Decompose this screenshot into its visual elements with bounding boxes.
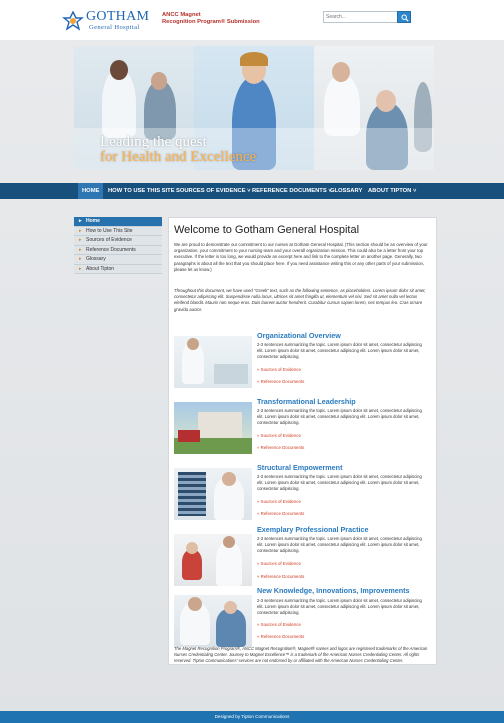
section-text-structural-empowerment: 2-3 sentences summarizing the topic. Lor… bbox=[257, 474, 422, 491]
chevron-right-icon: ▸ bbox=[79, 256, 82, 262]
logo-word: GOTHAM bbox=[86, 9, 150, 24]
main-content: Welcome to Gotham General Hospital We ar… bbox=[168, 217, 437, 665]
link-sources-of-evidence[interactable]: » Sources of Evidence bbox=[257, 622, 301, 628]
nav-about-tipton[interactable]: ABOUT TIPTON ˅ bbox=[368, 183, 416, 199]
search-box bbox=[323, 11, 411, 23]
section-text-exemplary-professional-practice: 2-3 sentences summarizing the topic. Lor… bbox=[257, 536, 422, 553]
section-text-organizational-overview: 2-3 sentences summarizing the topic. Lor… bbox=[257, 342, 422, 359]
logo-subtitle: General Hospital bbox=[89, 24, 140, 31]
sidebar-item-sources-of-evidence[interactable]: ▸ Sources of Evidence bbox=[74, 236, 162, 246]
link-reference-documents[interactable]: » Reference Documents bbox=[257, 379, 304, 385]
section-image-transformational-leadership bbox=[174, 402, 252, 454]
link-sources-of-evidence[interactable]: » Sources of Evidence bbox=[257, 433, 301, 439]
main-nav: HOME HOW TO USE THIS SITE SOURCES OF EVI… bbox=[0, 183, 504, 199]
search-button[interactable] bbox=[397, 11, 411, 23]
header-program-line1: ANCC Magnet bbox=[162, 12, 201, 18]
search-icon bbox=[401, 14, 409, 22]
link-sources-of-evidence[interactable]: » Sources of Evidence bbox=[257, 499, 301, 505]
section-text-new-knowledge: 2-3 sentences summarizing the topic. Lor… bbox=[257, 598, 422, 615]
chevron-right-icon: ▸ bbox=[79, 237, 82, 243]
sidebar-item-reference-documents[interactable]: ▸ Reference Documents bbox=[74, 245, 162, 255]
sidebar-menu: ▸ Home ▸ How to Use This Site ▸ Sources … bbox=[74, 217, 162, 274]
sidebar-item-about-tipton[interactable]: ▸ About Tipton bbox=[74, 264, 162, 274]
nav-how-to-use[interactable]: HOW TO USE THIS SITE bbox=[108, 183, 175, 199]
section-title-transformational-leadership[interactable]: Transformational Leadership bbox=[257, 397, 356, 406]
section-text-transformational-leadership: 2-3 sentences summarizing the topic. Lor… bbox=[257, 408, 422, 425]
search-input[interactable] bbox=[326, 12, 394, 22]
section-title-organizational-overview[interactable]: Organizational Overview bbox=[257, 331, 341, 340]
section-title-structural-empowerment[interactable]: Structural Empowerment bbox=[257, 463, 342, 472]
nav-glossary[interactable]: GLOSSARY bbox=[330, 183, 362, 199]
header-program-line2: Recognition Program® Submission bbox=[162, 19, 260, 25]
sidebar-item-label: Home bbox=[86, 218, 100, 224]
section-title-exemplary-professional-practice[interactable]: Exemplary Professional Practice bbox=[257, 525, 368, 534]
site-header: GOTHAM General Hospital ANCC Magnet Reco… bbox=[0, 0, 504, 40]
sidebar-item-label: How to Use This Site bbox=[86, 227, 133, 234]
link-reference-documents[interactable]: » Reference Documents bbox=[257, 634, 304, 640]
trademark-notice: The Magnet Recognition Program®, ANCC Ma… bbox=[174, 646, 428, 663]
chevron-right-icon: ▸ bbox=[79, 227, 82, 234]
hero-headline-line2: for Health and Excellence bbox=[100, 149, 257, 165]
section-title-new-knowledge[interactable]: New Knowledge, Innovations, Improvements bbox=[257, 586, 410, 595]
section-image-new-knowledge bbox=[174, 595, 252, 647]
link-reference-documents[interactable]: » Reference Documents bbox=[257, 445, 304, 451]
nav-sources-of-evidence[interactable]: SOURCES OF EVIDENCE ˅ bbox=[176, 183, 251, 199]
site-logo[interactable]: GOTHAM General Hospital bbox=[62, 9, 152, 33]
intro-paragraph: We are proud to demonstrate our commitme… bbox=[174, 242, 428, 272]
link-reference-documents[interactable]: » Reference Documents bbox=[257, 511, 304, 517]
section-image-organizational-overview bbox=[174, 336, 252, 388]
link-sources-of-evidence[interactable]: » Sources of Evidence bbox=[257, 367, 301, 373]
page-title: Welcome to Gotham General Hospital bbox=[174, 224, 360, 236]
nav-home[interactable]: HOME bbox=[78, 183, 104, 199]
link-reference-documents[interactable]: » Reference Documents bbox=[257, 574, 304, 580]
chevron-right-icon: ▸ bbox=[79, 265, 82, 272]
sidebar-item-label: About Tipton bbox=[86, 265, 115, 272]
sidebar-item-how-to-use[interactable]: ▸ How to Use This Site bbox=[74, 226, 162, 236]
logo-mark-icon bbox=[62, 11, 84, 31]
header-program-title: ANCC Magnet Recognition Program® Submiss… bbox=[162, 12, 282, 26]
chevron-right-icon: ▸ bbox=[79, 218, 82, 224]
sidebar-item-glossary[interactable]: ▸ Glossary bbox=[74, 255, 162, 265]
sidebar-item-label: Glossary bbox=[86, 256, 106, 262]
section-image-exemplary-professional-practice bbox=[174, 534, 252, 586]
section-image-structural-empowerment bbox=[174, 468, 252, 520]
sidebar-item-label: Sources of Evidence bbox=[86, 237, 132, 243]
placeholder-note: Throughout this document, we have used "… bbox=[174, 288, 426, 312]
link-sources-of-evidence[interactable]: » Sources of Evidence bbox=[257, 561, 301, 567]
chevron-right-icon: ▸ bbox=[79, 246, 82, 253]
nav-reference-documents[interactable]: REFERENCE DOCUMENTS ˅ bbox=[252, 183, 332, 199]
sidebar-item-home[interactable]: ▸ Home bbox=[74, 217, 162, 227]
footer-credit[interactable]: Designed by Tipton Communications bbox=[0, 711, 504, 723]
hero-headline-line1: Leading the quest bbox=[100, 134, 207, 150]
sidebar-item-label: Reference Documents bbox=[86, 246, 136, 253]
hero-banner: Leading the quest for Health and Excelle… bbox=[74, 46, 434, 170]
site-footer: Designed by Tipton Communications bbox=[0, 711, 504, 723]
